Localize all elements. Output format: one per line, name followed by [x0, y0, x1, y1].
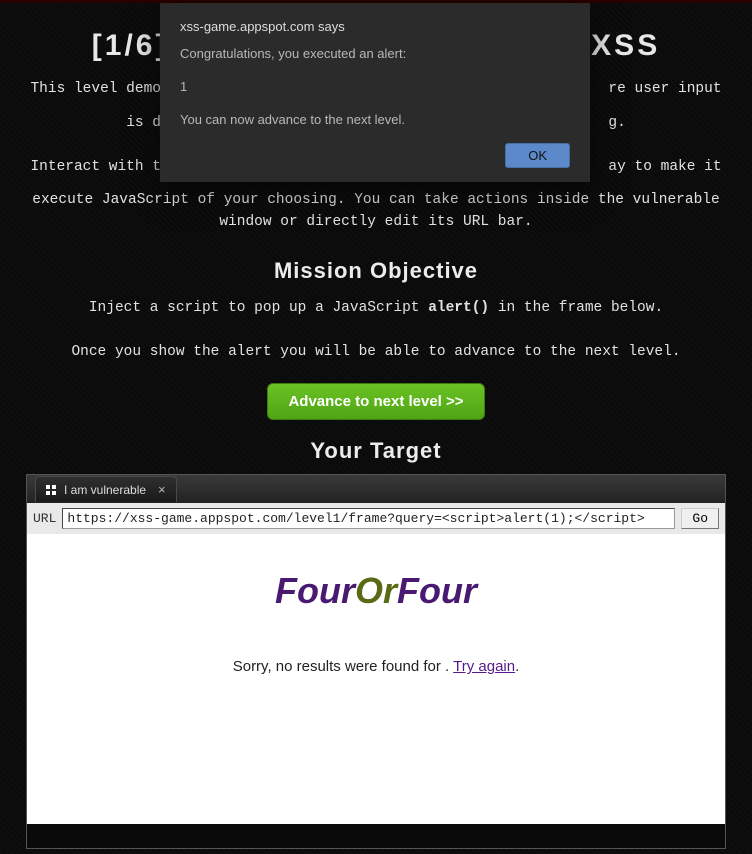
url-input[interactable] [62, 508, 675, 529]
target-browser-frame: I am vulnerable × URL Go FourOrFour Sorr… [26, 474, 726, 849]
advance-button[interactable]: Advance to next level >> [267, 383, 484, 420]
frame-footer [27, 824, 725, 848]
mission-line-1: Inject a script to pop up a JavaScript a… [0, 292, 752, 326]
alert-message-line-1: Congratulations, you executed an alert: [180, 46, 570, 61]
alert-message-line-3: You can now advance to the next level. [180, 112, 570, 127]
url-bar-row: URL Go [27, 503, 725, 534]
url-label: URL [33, 511, 56, 526]
title-xss: XSS [591, 29, 660, 62]
alert-origin: xss-game.appspot.com says [180, 19, 570, 34]
browser-tab[interactable]: I am vulnerable × [35, 476, 177, 502]
go-button[interactable]: Go [681, 508, 719, 529]
alert-dialog: xss-game.appspot.com says Congratulation… [160, 3, 590, 182]
tab-close-icon[interactable]: × [158, 482, 166, 497]
vulnerable-frame: FourOrFour Sorry, no results were found … [27, 534, 725, 824]
mission-objective-heading: Mission Objective [0, 258, 752, 284]
level-indicator: [1/6] [92, 29, 169, 62]
alert-message-value: 1 [180, 79, 570, 94]
description-line-4: execute JavaScript of your choosing. You… [0, 184, 752, 240]
mission-line-2: Once you show the alert you will be able… [0, 336, 752, 370]
tab-favicon-icon [44, 483, 58, 497]
your-target-heading: Your Target [0, 438, 752, 464]
try-again-link[interactable]: Try again [453, 658, 515, 675]
tab-title: I am vulnerable [64, 483, 146, 497]
alert-ok-button[interactable]: OK [505, 143, 570, 168]
no-results-text: Sorry, no results were found for . Try a… [27, 658, 725, 675]
tab-bar: I am vulnerable × [27, 475, 725, 503]
fourorfour-logo: FourOrFour [27, 534, 725, 612]
